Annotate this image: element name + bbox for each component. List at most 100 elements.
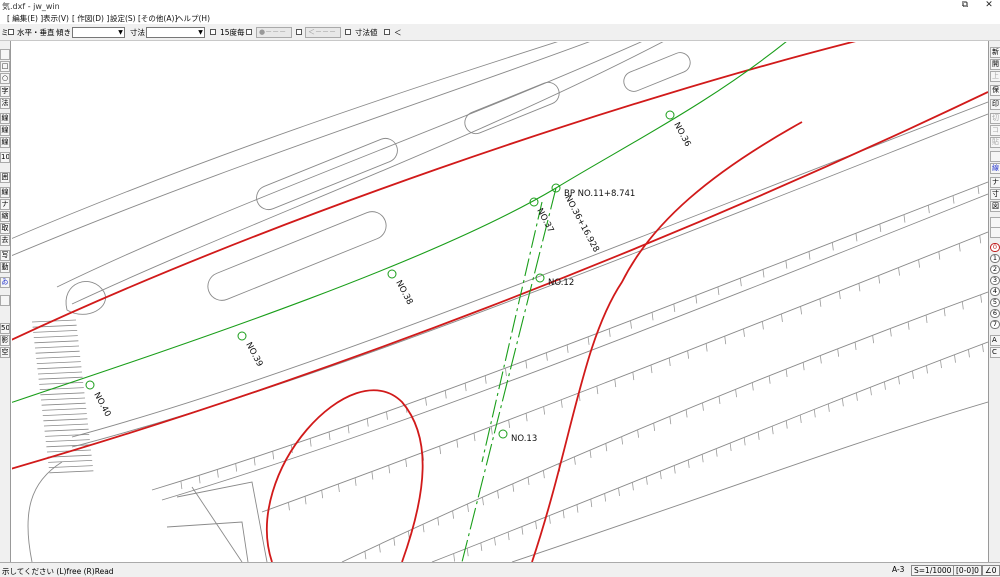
dimension-select[interactable]: ▼ <box>146 27 205 38</box>
boundary-tick <box>831 242 834 251</box>
open-file-button[interactable]: 開 <box>990 59 1000 70</box>
cut-button[interactable]: 切 <box>990 113 1000 124</box>
horizontal-vertical-checkbox[interactable] <box>8 29 14 35</box>
menu-help[interactable]: ヘルプ(H) <box>176 13 210 24</box>
tool-move-button[interactable]: 動 <box>0 262 10 273</box>
arrow-mode-checkbox[interactable] <box>296 29 302 35</box>
boundary-tick <box>548 515 551 524</box>
menu-settings[interactable]: 設定(S) <box>110 13 136 24</box>
tool-shrink-button[interactable]: 縮 <box>0 211 10 222</box>
menu-other[interactable]: [その他(A)] <box>138 13 177 24</box>
print-button[interactable]: 印 <box>990 99 1000 110</box>
layer-3-button[interactable]: 3 <box>990 276 1000 285</box>
circle-mode-button[interactable]: ●－－－ <box>256 27 292 38</box>
crosswalk-stripe <box>45 439 90 442</box>
menu-view[interactable]: 表示(V) <box>43 13 69 24</box>
tool-line2-button[interactable]: 線 <box>0 125 10 136</box>
boundary-tick <box>800 306 802 315</box>
layer-4-button[interactable]: 4 <box>990 287 1000 296</box>
attribute-c-button[interactable]: C <box>990 347 1000 358</box>
save-button[interactable]: 保 <box>990 85 1000 96</box>
tool-line-button[interactable]: 線 <box>0 113 10 124</box>
na-button[interactable]: ナ <box>990 177 1000 188</box>
angle-indicator[interactable]: ∠0 <box>982 565 1000 576</box>
scale-indicator[interactable]: S=1/1000 <box>911 565 955 576</box>
cad-drawing: NO.36 NO.37 NO.38 NO.39 NO.40 NO.36+16.928BP … <box>12 42 988 562</box>
boundary-tick <box>715 448 718 457</box>
layer-5-button[interactable]: 5 <box>990 298 1000 307</box>
station-label-bp: BP NO.11+8.741 <box>564 189 635 199</box>
tool-copy-button[interactable]: 写 <box>0 250 10 261</box>
layer-6-button[interactable]: 6 <box>990 309 1000 318</box>
blank-button[interactable] <box>990 151 1000 162</box>
layer-7-button[interactable]: 7 <box>990 320 1000 329</box>
tool-dimension-button[interactable]: 法 <box>0 98 10 109</box>
menu-edit[interactable]: [ 編集(E) ] <box>7 13 43 24</box>
copy-button[interactable]: コ <box>990 125 1000 136</box>
tool-line4-button[interactable]: 線 <box>0 187 10 198</box>
boundary-tick <box>576 504 579 513</box>
figure-button[interactable]: 図 <box>990 201 1000 212</box>
crosswalk-stripe <box>36 361 81 364</box>
tool-button[interactable] <box>0 49 10 60</box>
boundary-tick <box>366 418 369 427</box>
boundary-tick <box>701 454 704 463</box>
blank3-button[interactable] <box>990 227 1000 238</box>
drawing-canvas[interactable]: NO.36 NO.37 NO.38 NO.39 NO.40 NO.36+16.928 BP … <box>12 42 988 562</box>
menu-draw[interactable]: [ 作図(D) ] <box>72 13 109 24</box>
tool-rect-button[interactable]: □ <box>0 61 10 72</box>
line-style-button[interactable]: 線 <box>990 163 1000 174</box>
tool-erase-button[interactable]: 去 <box>0 235 10 246</box>
tool-circle-button[interactable]: ○ <box>0 73 10 84</box>
up-button[interactable]: 上 <box>990 71 1000 82</box>
layer-1-button[interactable]: 1 <box>990 254 1000 263</box>
attribute-a-button[interactable]: A <box>990 335 1000 346</box>
tool-shadow-button[interactable]: 影 <box>0 335 10 346</box>
boundary-tick <box>735 389 737 398</box>
last-checkbox[interactable] <box>384 29 390 35</box>
boundary-tick <box>198 475 201 484</box>
tool-take-button[interactable]: 取 <box>0 223 10 234</box>
tool-undo-button[interactable]: ゐ <box>0 277 10 288</box>
tool-sky-button[interactable]: 空 <box>0 347 10 358</box>
dim-button[interactable]: 寸 <box>990 189 1000 200</box>
paste-button[interactable]: 貼 <box>990 137 1000 148</box>
crosswalk-stripe <box>44 428 89 432</box>
boundary-tick <box>954 354 956 363</box>
boundary-tick <box>943 308 946 317</box>
circle-mode-checkbox[interactable] <box>246 29 252 35</box>
new-file-button[interactable]: 新 <box>990 47 1000 58</box>
restore-button[interactable]: ⧉ <box>958 0 972 12</box>
tool-enclose-button[interactable]: 囲 <box>0 172 10 183</box>
layer-indicator[interactable]: [0-0]0 <box>953 565 982 576</box>
close-button[interactable]: ✕ <box>982 0 996 12</box>
boundary-tick <box>216 469 219 478</box>
boundary-tick <box>743 328 745 337</box>
boundary-tick <box>484 375 487 384</box>
horizontal-vertical-label: 水平・垂直 <box>17 28 55 37</box>
tool-50-button[interactable]: 50 <box>0 323 10 334</box>
boundary-tick <box>393 537 396 546</box>
paper-size-indicator[interactable]: A-3 <box>890 565 906 576</box>
arrow-mode-button[interactable]: ＜－－－ <box>305 27 341 38</box>
dim-value-checkbox[interactable] <box>345 29 351 35</box>
tool-na-button[interactable]: ナ <box>0 199 10 210</box>
station-label-no36_sta: NO.36+16.928 <box>562 194 600 254</box>
tool-blank-button[interactable] <box>0 295 10 306</box>
deg15-checkbox[interactable] <box>210 29 216 35</box>
boundary-tick <box>535 521 537 530</box>
station-marker-icon <box>665 110 675 120</box>
boundary-tick <box>422 524 425 533</box>
boundary-tick <box>799 414 802 424</box>
boundary-tick <box>938 251 941 260</box>
tool-10-button[interactable]: 10 <box>0 152 10 163</box>
boundary-tick <box>521 526 524 535</box>
layer-2-button[interactable]: 2 <box>990 265 1000 274</box>
layer-0-button[interactable]: 0 <box>990 243 1000 252</box>
tool-text-button[interactable]: 字 <box>0 86 10 97</box>
centerlines <box>12 42 787 562</box>
boundary-tick <box>512 483 515 492</box>
slope-select[interactable]: ▼ <box>72 27 125 38</box>
tool-line3-button[interactable]: 線 <box>0 137 10 148</box>
boundary-tick <box>968 349 970 358</box>
